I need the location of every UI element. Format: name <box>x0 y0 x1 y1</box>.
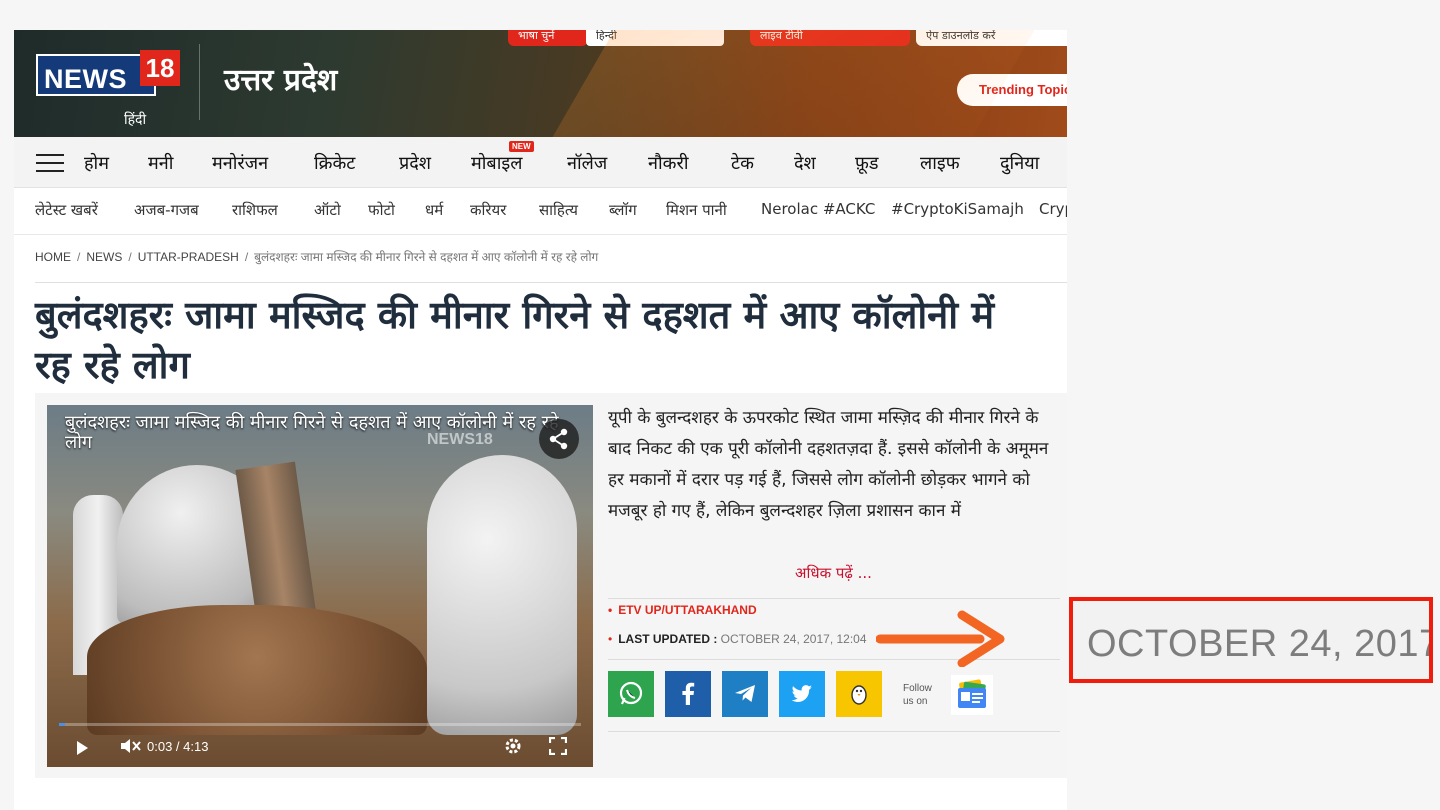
app-download-button[interactable]: ऐप डाउनलोड करें <box>916 30 1067 46</box>
main-nav: होम मनी मनोरंजन क्रिकेट प्रदेश NEW मोबाइ… <box>14 137 1067 188</box>
nav2-item-crypto-2[interactable]: Cryp <box>1039 200 1067 218</box>
nav2-item-blog[interactable]: ब्लॉग <box>609 200 637 220</box>
article-summary: यूपी के बुलन्दशहर के ऊपरकोट स्थित जामा म… <box>608 408 1049 521</box>
nav-item-jobs[interactable]: नौकरी <box>648 151 689 175</box>
breadcrumb-section[interactable]: UTTAR-PRADESH <box>138 250 239 264</box>
video-time: 0:03 / 4:13 <box>147 739 209 754</box>
divider <box>608 731 1060 732</box>
zoomed-date-text: OCTOBER 24, 2017, <box>1087 623 1433 665</box>
header-divider <box>199 44 200 120</box>
trending-topics-button[interactable]: Trending Topics <box>957 74 1067 106</box>
logo-text: NEWS <box>44 64 127 94</box>
logo-subtitle: हिंदी <box>124 112 147 128</box>
fullscreen-icon[interactable] <box>548 736 568 758</box>
nav-item-cricket[interactable]: क्रिकेट <box>314 151 355 175</box>
news-page: भाषा चुनें हिन्दी लाइव टीवी ऐप डाउनलोड क… <box>14 30 1067 810</box>
source-text: ETV UP/UTTARAKHAND <box>618 603 757 617</box>
logo-box: NEWS <box>36 54 156 96</box>
zoomed-date-highlight: OCTOBER 24, 2017, <box>1069 597 1433 683</box>
facebook-icon <box>682 682 695 705</box>
breadcrumb-current: बुलंदशहरः जामा मस्जिद की मीनार गिरने से … <box>254 250 599 264</box>
whatsapp-icon <box>619 681 643 705</box>
nav2-item-latest[interactable]: लेटेस्ट खबरें <box>35 200 98 220</box>
video-player[interactable]: बुलंदशहरः जामा मस्जिद की मीनार गिरने से … <box>47 405 593 767</box>
news18-logo[interactable]: NEWS 18 हिंदी <box>36 50 182 128</box>
nav2-item-auto[interactable]: ऑटो <box>314 200 341 220</box>
mute-icon[interactable] <box>119 736 141 759</box>
twitter-share-button[interactable] <box>779 671 825 717</box>
language-select[interactable]: हिन्दी <box>586 30 724 46</box>
secondary-nav: लेटेस्ट खबरें अजब-गजब राशिफल ऑटो फोटो धर… <box>14 188 1067 235</box>
last-updated-value: OCTOBER 24, 2017, 12:04 <box>720 632 867 646</box>
breadcrumb: HOME / NEWS / UTTAR-PRADESH / बुलंदशहरः जामा म… <box>35 250 599 264</box>
state-title[interactable]: उत्तर प्रदेश <box>224 58 337 99</box>
nav2-item-nerolac[interactable]: Nerolac #ACKC <box>761 200 875 218</box>
nav-item-life[interactable]: लाइफ <box>920 151 960 175</box>
nav2-item-sahitya[interactable]: साहित्य <box>539 200 578 220</box>
follow-us-label: Follow us on <box>903 683 932 707</box>
nav-item-pradesh[interactable]: प्रदेश <box>399 151 431 175</box>
whatsapp-share-button[interactable] <box>608 671 654 717</box>
nav-item-mobile[interactable]: मोबाइल <box>471 151 522 175</box>
twitter-icon <box>791 685 812 702</box>
nav-item-food[interactable]: फ़ूड <box>855 151 879 175</box>
divider <box>608 598 1060 599</box>
nav2-item-ajab-gajab[interactable]: अजब-गजब <box>134 200 199 220</box>
read-more-link[interactable]: अधिक पढ़ें ... <box>795 563 872 583</box>
last-updated: • LAST UPDATED : OCTOBER 24, 2017, 12:04 <box>608 632 867 646</box>
breadcrumb-home[interactable]: HOME <box>35 250 71 264</box>
nav-item-money[interactable]: मनी <box>148 151 173 175</box>
nav2-item-career[interactable]: करियर <box>470 200 506 220</box>
annotation-arrow-icon <box>876 610 1005 667</box>
divider <box>35 282 1067 283</box>
nav2-item-photo[interactable]: फोटो <box>368 200 395 220</box>
video-share-icon[interactable] <box>539 419 579 459</box>
nav2-item-rashifal[interactable]: राशिफल <box>232 200 278 220</box>
nav-item-tech[interactable]: टेक <box>731 151 754 175</box>
telegram-share-button[interactable] <box>722 671 768 717</box>
last-updated-label: LAST UPDATED : <box>618 632 718 646</box>
nav-item-entertainment[interactable]: मनोरंजन <box>212 151 268 175</box>
video-progress-bar[interactable] <box>59 723 581 726</box>
nav2-item-dharm[interactable]: धर्म <box>425 200 443 220</box>
koo-share-button[interactable] <box>836 671 882 717</box>
logo-number: 18 <box>140 50 180 86</box>
live-tv-button[interactable]: लाइव टीवी <box>750 30 910 46</box>
breadcrumb-news[interactable]: NEWS <box>86 250 122 264</box>
google-news-icon[interactable] <box>951 675 993 715</box>
site-header: भाषा चुनें हिन्दी लाइव टीवी ऐप डाउनलोड क… <box>14 30 1067 137</box>
article-headline: बुलंदशहरः जामा मस्जिद की मीनार गिरने से … <box>35 293 995 387</box>
nav-item-knowledge[interactable]: नॉलेज <box>567 151 607 175</box>
nav-item-world[interactable]: दुनिया <box>1000 151 1039 175</box>
language-label: भाषा चुनें <box>508 30 588 46</box>
telegram-icon <box>735 685 755 702</box>
video-progress-fill <box>59 723 66 726</box>
video-watermark: NEWS18 <box>427 431 493 448</box>
hamburger-menu-icon[interactable] <box>36 154 64 172</box>
article-content: बुलंदशहरः जामा मस्जिद की मीनार गिरने से … <box>35 393 1067 778</box>
facebook-share-button[interactable] <box>665 671 711 717</box>
settings-gear-icon[interactable] <box>504 737 522 758</box>
nav2-item-mission-pani[interactable]: मिशन पानी <box>666 200 727 220</box>
koo-icon <box>851 685 867 705</box>
play-icon[interactable] <box>77 741 88 755</box>
nav2-item-crypto[interactable]: #CryptoKiSamajh <box>891 200 1024 218</box>
nav-item-desh[interactable]: देश <box>794 151 816 175</box>
nav-item-home[interactable]: होम <box>84 151 109 175</box>
article-source[interactable]: • ETV UP/UTTARAKHAND <box>608 603 757 617</box>
video-title: बुलंदशहरः जामा मस्जिद की मीनार गिरने से … <box>65 412 559 453</box>
